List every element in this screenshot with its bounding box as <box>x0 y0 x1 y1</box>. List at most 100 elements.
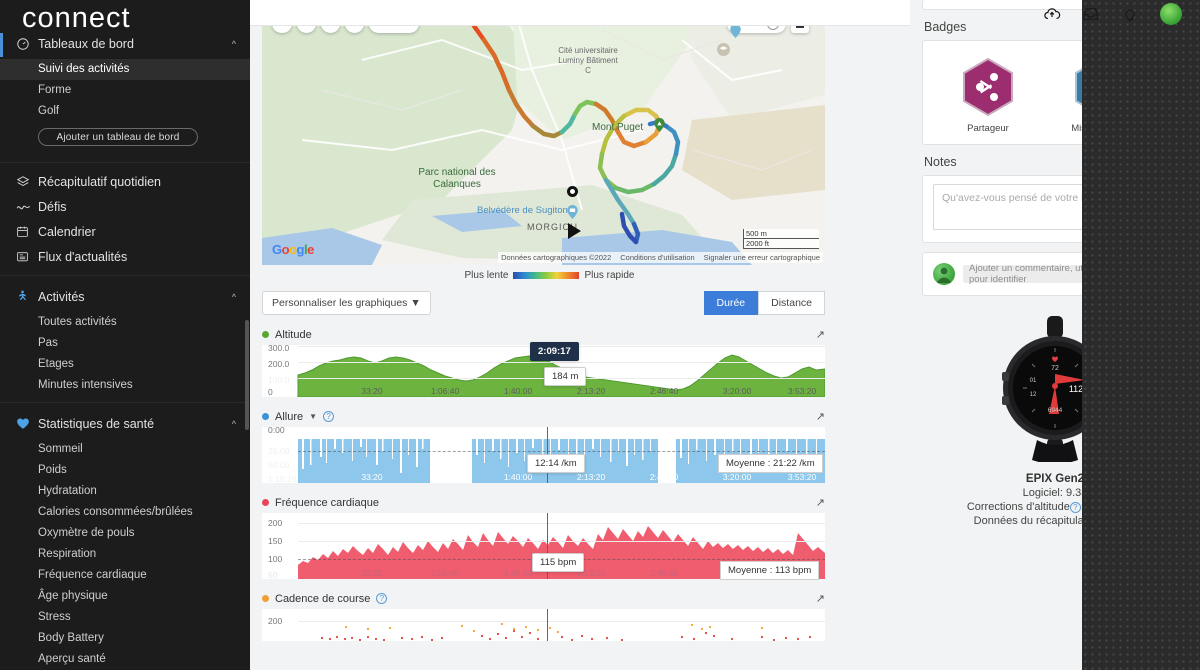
chevron-up-icon: ^ <box>231 38 236 49</box>
y-tick: 300.0 <box>268 343 290 353</box>
y-tick: 0 <box>268 387 273 397</box>
tab-duree[interactable]: Durée <box>703 291 759 315</box>
chart-allure-plot[interactable]: 0:00 25:00 50:00 1:15:16 33:20 1:06:40 1… <box>262 425 825 484</box>
sidebar-item-minutes-intensives[interactable]: Minutes intensives <box>0 375 250 396</box>
chart-allure-title: Allure <box>275 410 304 423</box>
wave-icon <box>16 201 38 213</box>
sidebar-item-age-physique[interactable]: Âge physique <box>0 586 250 607</box>
chart-frequence-cardiaque: Fréquence cardiaque ↗ 200 150 100 50 33:… <box>262 496 825 580</box>
poi-pin-belvedere <box>567 205 578 224</box>
sidebar-item-recapitulatif-quotidien[interactable]: Récapitulatif quotidien <box>0 169 250 194</box>
sidebar-item-etages[interactable]: Etages <box>0 354 250 375</box>
sidebar-item-body-battery[interactable]: Body Battery <box>0 628 250 649</box>
sidebar-item-frequence-cardiaque[interactable]: Fréquence cardiaque <box>0 565 250 586</box>
fc-legend-dot <box>262 499 269 506</box>
heart-icon <box>16 417 38 430</box>
chart-altitude-header: Altitude ↗ <box>262 328 825 341</box>
sidebar-item-hydratation[interactable]: Hydratation <box>0 481 250 502</box>
y-tick: 150 <box>268 536 283 546</box>
user-avatar[interactable] <box>1160 3 1182 25</box>
activity-map[interactable]: T − ⇩ Circuits ‹ 21.7 15 Facult <box>262 0 825 265</box>
sidebar-group-simple: Récapitulatif quotidien Défis Calendrier <box>0 163 250 276</box>
chart-cadence-header: Cadence de course ? ↗ <box>262 592 825 605</box>
add-dashboard-button[interactable]: Ajouter un tableau de bord <box>38 128 198 146</box>
help-icon[interactable]: ? <box>323 411 335 422</box>
help-icon[interactable]: ? <box>376 593 388 604</box>
sidebar-item-toutes-activites[interactable]: Toutes activités <box>0 312 250 333</box>
map-scale-imperial: 2000 ft <box>743 239 819 249</box>
chart-altitude-plot[interactable]: 300.0 200.0 100.0 0 33:20 1:06:40 1:40:0… <box>262 342 825 397</box>
x-tick: 3:53:20 <box>787 386 817 396</box>
badge-partageur[interactable]: Partageur <box>953 57 1023 134</box>
x-tick: 1:40:00 <box>503 472 533 482</box>
poi-pin-faculte <box>730 24 741 43</box>
sidebar-item-pas[interactable]: Pas <box>0 333 250 354</box>
sidebar-item-forme[interactable]: Forme <box>0 80 250 101</box>
chart-allure-header: Allure ▼ ? ↗ <box>262 410 825 423</box>
x-tick: 1:06:40 <box>430 472 460 482</box>
expand-icon[interactable]: ↗ <box>816 328 825 341</box>
x-tick: 2:46:40 <box>649 472 679 482</box>
header-icons <box>1043 3 1182 25</box>
sidebar-label: Statistiques de santé <box>38 416 155 431</box>
expand-icon[interactable]: ↗ <box>816 410 825 423</box>
x-tick: 1:06:40 <box>430 386 460 396</box>
sidebar-item-stress[interactable]: Stress <box>0 607 250 628</box>
map-terms-link[interactable]: Conditions d'utilisation <box>620 253 694 262</box>
y-tick: 50 <box>268 570 278 580</box>
map-scale-bar: 500 m 2000 ft <box>743 229 819 249</box>
inbox-icon[interactable] <box>1082 5 1100 23</box>
sidebar-item-oxymetre[interactable]: Oxymètre de pouls <box>0 523 250 544</box>
chevron-down-icon[interactable]: ▼ <box>309 412 317 421</box>
sidebar-item-sommeil[interactable]: Sommeil <box>0 439 250 460</box>
app-logo: connect <box>0 0 250 29</box>
help-icon[interactable]: ? <box>1069 501 1081 513</box>
expand-icon[interactable]: ↗ <box>816 496 825 509</box>
y-tick: 1:15:16 <box>268 474 297 484</box>
sidebar-item-activites[interactable]: Activités ^ <box>0 281 250 312</box>
sidebar-item-calories[interactable]: Calories consommées/brûlées <box>0 502 250 523</box>
desktop-background-pattern <box>1082 0 1200 670</box>
sidebar-item-poids[interactable]: Poids <box>0 460 250 481</box>
expand-icon[interactable]: ↗ <box>816 592 825 605</box>
map-report-link[interactable]: Signaler une erreur cartographique <box>704 253 820 262</box>
sidebar-item-respiration[interactable]: Respiration <box>0 544 250 565</box>
share-badge-icon <box>961 57 1015 117</box>
play-button[interactable] <box>568 223 581 239</box>
lightbulb-icon[interactable] <box>1121 5 1139 23</box>
sidebar-item-apercu-sante[interactable]: Aperçu santé <box>0 649 250 670</box>
y-tick: 100 <box>268 554 283 564</box>
y-tick: 200 <box>268 518 283 528</box>
poi-pin-school <box>717 43 730 61</box>
gridline <box>298 362 825 363</box>
cloud-upload-icon[interactable] <box>1043 5 1061 23</box>
legend-fast-label: Plus rapide <box>584 270 635 281</box>
sidebar-item-golf-dashboard[interactable]: Golf <box>0 101 250 122</box>
sidebar-group-activities: Activités ^ Toutes activités Pas Etages … <box>0 281 250 403</box>
sidebar-scrollbar[interactable] <box>245 320 249 430</box>
sidebar-item-flux-actualites[interactable]: Flux d'actualités <box>0 244 250 269</box>
x-tick: 1:40:00 <box>503 568 533 578</box>
sidebar-item-defis[interactable]: Défis <box>0 194 250 219</box>
chart-fc-plot[interactable]: 200 150 100 50 33:20 1:06:40 1:40:00 2:1… <box>262 513 825 580</box>
chart-altitude: Altitude ↗ 300.0 200.0 100.0 0 33:20 1:0… <box>262 328 825 397</box>
y-tick: 100.0 <box>268 375 290 385</box>
x-tick: 33:20 <box>361 472 383 482</box>
layers-icon <box>16 175 38 189</box>
sidebar-item-calendrier[interactable]: Calendrier <box>0 219 250 244</box>
tab-distance[interactable]: Distance <box>758 291 825 315</box>
chevron-up-icon: ^ <box>231 418 236 429</box>
sidebar-item-statistiques-de-sante[interactable]: Statistiques de santé ^ <box>0 408 250 439</box>
altitude-legend-dot <box>262 331 269 338</box>
map-attribution: Données cartographiques ©2022 Conditions… <box>498 252 823 263</box>
chevron-down-icon: ▼ <box>410 297 421 309</box>
poi-pin-mont-puget <box>654 118 665 137</box>
gauge-icon <box>16 37 38 51</box>
brand-name: connect <box>22 2 131 29</box>
map-scale-metric: 500 m <box>743 229 819 239</box>
sidebar-label: Flux d'actualités <box>38 249 128 264</box>
customize-charts-button[interactable]: Personnaliser les graphiques ▼ <box>262 291 431 315</box>
chart-cadence-plot[interactable]: 200 <box>262 609 825 641</box>
sidebar-item-tableaux-de-bord[interactable]: Tableaux de bord ^ <box>0 28 250 59</box>
sidebar-item-suivi-des-activites[interactable]: Suivi des activités <box>0 59 250 80</box>
